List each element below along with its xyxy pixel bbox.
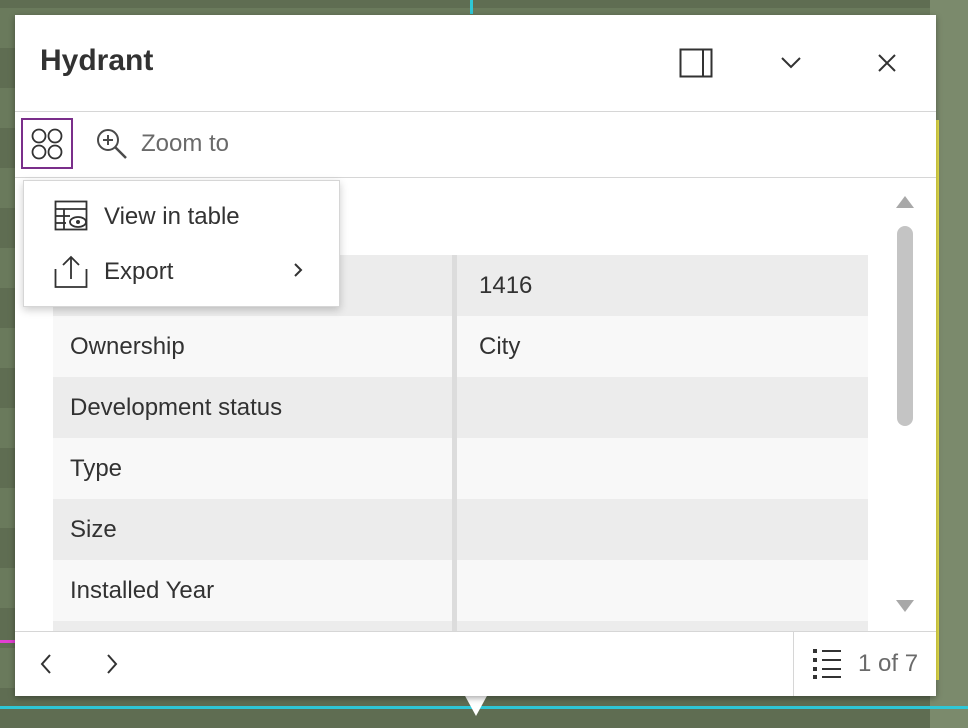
menu-item-label: Export (104, 257, 174, 285)
table-row: Size (53, 499, 868, 560)
map-utility-line (470, 0, 473, 14)
chevron-right-icon (107, 654, 118, 674)
content-scrollbar[interactable] (890, 180, 920, 620)
collapse-button[interactable] (771, 43, 811, 83)
feature-popup: Hydrant Zoom to 1416 Ownership City Deve… (15, 15, 936, 696)
popup-toolbar: Zoom to (15, 112, 936, 178)
table-view-icon (54, 200, 88, 231)
export-icon (54, 255, 88, 288)
attribute-name: Installed Year (53, 560, 457, 621)
feature-pager-button[interactable]: 1 of 7 (793, 632, 936, 696)
table-row: Development status (53, 377, 868, 438)
attribute-value (457, 377, 868, 438)
table-row (53, 621, 868, 631)
attribute-value (457, 560, 868, 621)
zoom-to-label: Zoom to (141, 130, 230, 157)
attribute-name: Ownership (53, 316, 457, 377)
popup-header: Hydrant (15, 15, 936, 112)
popup-title: Hydrant (40, 44, 154, 77)
map-parcel-line (936, 120, 939, 680)
popup-pointer (464, 694, 488, 716)
popup-footer: 1 of 7 (15, 631, 936, 696)
attribute-name (53, 621, 457, 631)
menu-item-export[interactable]: Export (24, 244, 341, 299)
chevron-down-icon (781, 57, 801, 69)
attribute-value: City (479, 332, 521, 360)
close-button[interactable] (867, 43, 907, 83)
attribute-value: 1416 (479, 271, 533, 299)
scroll-thumb[interactable] (897, 226, 913, 426)
map-parcel-line (0, 640, 15, 643)
attribute-table: 1416 Ownership City Development status T… (53, 255, 868, 631)
dock-button[interactable] (676, 43, 716, 83)
attribute-value (457, 621, 868, 631)
menu-item-view-in-table[interactable]: View in table (24, 189, 341, 244)
table-row: Installed Year (53, 560, 868, 621)
attribute-name: Size (53, 499, 457, 560)
menu-item-label: View in table (104, 202, 240, 230)
chevron-right-icon (294, 263, 303, 277)
dock-side-icon (679, 48, 713, 78)
table-row: Ownership City (53, 316, 868, 377)
scroll-down-icon[interactable] (896, 600, 914, 612)
zoom-to-button[interactable]: Zoom to (95, 126, 229, 162)
previous-feature-button[interactable] (26, 644, 66, 684)
chevron-left-icon (40, 654, 51, 674)
actions-grid-icon (31, 128, 63, 159)
attribute-name: Type (53, 438, 457, 499)
pager-label: 1 of 7 (858, 650, 919, 677)
attribute-value (457, 499, 868, 560)
attribute-value (457, 438, 868, 499)
actions-menu-button[interactable] (21, 118, 73, 169)
table-row: Type (53, 438, 868, 499)
close-icon (878, 54, 896, 72)
next-feature-button[interactable] (92, 644, 132, 684)
attribute-name: Development status (53, 377, 457, 438)
actions-dropdown-menu: View in table Export (23, 180, 340, 307)
list-icon (813, 649, 841, 679)
scroll-up-icon[interactable] (896, 196, 914, 208)
zoom-in-icon (97, 129, 127, 159)
